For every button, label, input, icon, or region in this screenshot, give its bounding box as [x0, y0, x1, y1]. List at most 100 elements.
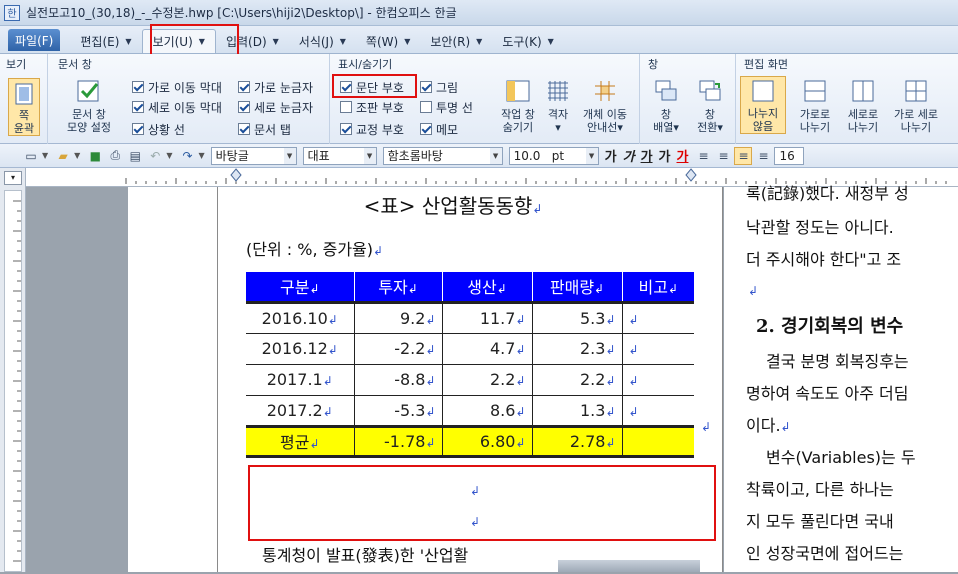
undo-icon[interactable]: ↶: [146, 147, 164, 165]
unit-note[interactable]: (단위 : %, 증가율)↲: [246, 236, 383, 260]
table-cell[interactable]: 2017.1↲: [246, 364, 355, 396]
split-both-button[interactable]: 가로 세로 나누기: [886, 76, 946, 134]
object-guide-button[interactable]: 개체 이동 안내선▾: [576, 76, 634, 134]
hide-taskpane-button[interactable]: 작업 창 숨기기: [496, 76, 540, 134]
table-caption[interactable]: <표> 산업활동동향↲: [218, 190, 688, 219]
check-picture[interactable]: 그림: [420, 78, 458, 96]
table-cell[interactable]: 6.80↲: [442, 424, 533, 458]
table-cell[interactable]: 8.6↲: [442, 395, 533, 427]
table-cell[interactable]: 2.2↲: [442, 364, 533, 396]
window-arrange-button[interactable]: 창 배열▾: [646, 76, 686, 134]
line-spacing-input[interactable]: 16: [774, 146, 805, 165]
table-cell[interactable]: 11.7↲: [442, 302, 533, 334]
font-select[interactable]: 함초롬바탕 ▼: [382, 146, 503, 165]
table-cell[interactable]: [622, 424, 694, 458]
language-select[interactable]: 대표 ▼: [302, 146, 377, 165]
right-text-line[interactable]: 결국 분명 회복징후는: [766, 348, 909, 372]
data-table[interactable]: 구분↲ 투자↲ 생산↲ 판매량↲ 비고↲ 2016.10↲ 9.2↲ 11.7↲…: [246, 272, 694, 458]
right-text-line[interactable]: 록(記錄)했다. 새정부 성: [746, 180, 909, 204]
menu-file[interactable]: 파일(F): [8, 29, 61, 51]
chevron-down-icon[interactable]: ▼: [42, 151, 48, 160]
font-size-input[interactable]: 10.0 pt ▼: [508, 146, 599, 165]
font-color-button[interactable]: 가: [677, 146, 689, 165]
menu-view[interactable]: 보기(U) ▼: [141, 29, 216, 53]
chevron-down-icon[interactable]: ▼: [74, 151, 80, 160]
right-text-line[interactable]: 명하여 속도도 아주 더딤: [746, 380, 908, 404]
check-vscroll[interactable]: 세로 이동 막대: [132, 98, 222, 116]
table-cell[interactable]: 2.3↲: [532, 333, 623, 365]
table-cell[interactable]: 1.3↲: [532, 395, 623, 427]
right-text-line[interactable]: 착륙이고, 다른 하나는: [746, 476, 894, 500]
underline-button[interactable]: 가: [641, 146, 653, 165]
grid-button[interactable]: 격자 ▾: [542, 76, 574, 134]
table-cell[interactable]: ↲: [622, 395, 694, 427]
new-doc-icon[interactable]: ▭: [22, 147, 40, 165]
align-justify-icon[interactable]: ≡: [694, 147, 712, 165]
header-cell[interactable]: 비고↲: [622, 272, 694, 304]
right-text-line[interactable]: 더 주시해야 한다"고 조: [746, 246, 901, 270]
section-heading[interactable]: 2. 경기회복의 변수: [756, 312, 903, 338]
table-cell[interactable]: 9.2↲: [354, 302, 443, 334]
header-cell[interactable]: 투자↲: [354, 272, 443, 304]
bold-button[interactable]: 가: [605, 146, 617, 165]
check-vruler[interactable]: 세로 눈금자: [238, 98, 313, 116]
table-cell[interactable]: -8.8↲: [354, 364, 443, 396]
menu-page[interactable]: 쪽(W) ▼: [356, 29, 420, 53]
align-left-icon[interactable]: ≡: [714, 147, 732, 165]
open-folder-icon[interactable]: ▰: [54, 147, 72, 165]
table-cell[interactable]: 2016.10↲: [246, 302, 355, 334]
style-select[interactable]: 바탕글 ▼: [210, 146, 297, 165]
table-cell[interactable]: ↲: [622, 302, 694, 334]
chevron-down-icon[interactable]: ▼: [198, 151, 204, 160]
italic-button[interactable]: 가: [623, 146, 635, 165]
table-cell[interactable]: 5.3↲: [532, 302, 623, 334]
table-cell[interactable]: 2016.12↲: [246, 333, 355, 365]
check-control-mark[interactable]: 조판 부호: [340, 98, 404, 116]
table-cell[interactable]: 2.78↲: [532, 424, 623, 458]
check-proof-mark[interactable]: 교정 부호: [340, 120, 404, 138]
print-icon[interactable]: ⎙: [106, 147, 124, 165]
body-text-line[interactable]: 통계청이 발표(發表)한 '산업활: [262, 542, 468, 566]
align-center-icon[interactable]: ≡: [734, 146, 753, 165]
table-cell[interactable]: 평균↲: [246, 424, 355, 458]
page-outline-button[interactable]: 쪽 윤곽: [8, 78, 40, 136]
header-cell[interactable]: 판매량↲: [532, 272, 623, 304]
ruler-corner-button[interactable]: ▾: [4, 171, 22, 185]
check-doc-tab[interactable]: 문서 탭: [238, 120, 291, 138]
table-cell[interactable]: -1.78↲: [354, 424, 443, 458]
menu-insert[interactable]: 입력(D) ▼: [216, 29, 289, 53]
check-hscroll[interactable]: 가로 이동 막대: [132, 78, 222, 96]
check-paragraph-mark[interactable]: 문단 부호: [340, 78, 404, 96]
right-text-line[interactable]: 이다.↲: [746, 412, 791, 436]
docwin-shape-button[interactable]: 문서 창 모양 설정: [60, 76, 118, 134]
menu-format[interactable]: 서식(J) ▼: [289, 29, 356, 53]
header-cell[interactable]: 생산↲: [442, 272, 533, 304]
split-horizontal-button[interactable]: 가로로 나누기: [792, 76, 838, 134]
table-cell[interactable]: -2.2↲: [354, 333, 443, 365]
table-cell[interactable]: 4.7↲: [442, 333, 533, 365]
check-transparent-line[interactable]: 투명 선: [420, 98, 473, 116]
check-hruler[interactable]: 가로 눈금자: [238, 78, 313, 96]
right-text-line[interactable]: 지 모두 풀린다면 국내: [746, 508, 894, 532]
preview-icon[interactable]: ▤: [126, 147, 144, 165]
split-vertical-button[interactable]: 세로로 나누기: [840, 76, 886, 134]
table-cell[interactable]: 2.2↲: [532, 364, 623, 396]
strike-button[interactable]: 가: [659, 146, 671, 165]
right-text-line[interactable]: 변수(Variables)는 두: [766, 444, 916, 468]
table-cell[interactable]: ↲: [622, 333, 694, 365]
table-cell[interactable]: -5.3↲: [354, 395, 443, 427]
right-text-line[interactable]: 낙관할 정도는 아니다.: [746, 214, 894, 238]
align-right-icon[interactable]: ≡: [754, 147, 772, 165]
check-memo[interactable]: 메모: [420, 120, 458, 138]
right-text-line[interactable]: 인 성장국면에 접어드는: [746, 540, 903, 564]
check-status-line[interactable]: 상황 선: [132, 120, 185, 138]
menu-security[interactable]: 보안(R) ▼: [420, 29, 492, 53]
header-cell[interactable]: 구분↲: [246, 272, 355, 304]
redo-icon[interactable]: ↷: [178, 147, 196, 165]
no-split-button[interactable]: 나누지 않음: [740, 76, 786, 134]
vertical-ruler[interactable]: ▾: [0, 168, 26, 572]
table-cell[interactable]: 2017.2↲: [246, 395, 355, 427]
save-icon[interactable]: ■: [86, 147, 104, 165]
menu-tools[interactable]: 도구(K) ▼: [492, 29, 563, 53]
chevron-down-icon[interactable]: ▼: [166, 151, 172, 160]
